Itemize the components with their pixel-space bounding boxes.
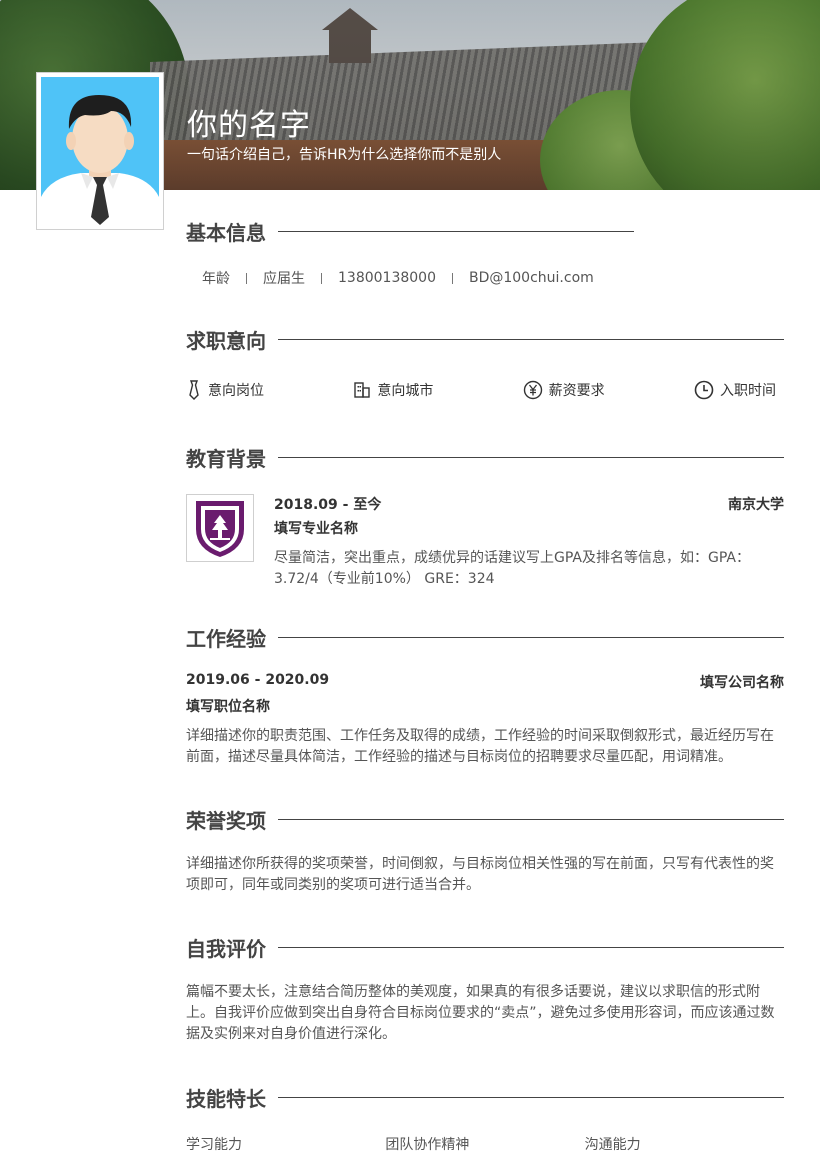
tie-icon (189, 380, 199, 400)
intent-salary[interactable]: 薪资要求 (523, 380, 605, 400)
education-date: 2018.09 - 至今 (274, 497, 382, 513)
skill-item[interactable]: 沟通能力 (585, 1134, 784, 1154)
section-divider (278, 456, 784, 458)
intent-position[interactable]: 意向岗位 (186, 380, 264, 400)
section-title: 技能特长 (186, 1086, 266, 1111)
yuan-icon (523, 380, 542, 400)
basic-info-row: 年龄 应届生 13800138000 BD@100chui.com (186, 268, 784, 288)
avatar (41, 77, 159, 225)
phone-field[interactable]: 13800138000 (338, 270, 436, 286)
age-field[interactable]: 年龄 (202, 268, 230, 288)
section-divider (278, 338, 784, 340)
avatar-icon (41, 77, 159, 225)
section-basic: 基本信息 年龄 应届生 13800138000 BD@100chui.com (186, 216, 784, 288)
skills-row: 学习能力 团队协作精神 沟通能力 (186, 1134, 784, 1154)
position-name: 填写职位名称 (186, 699, 270, 715)
school-logo (186, 494, 254, 562)
section-title: 工作经验 (186, 626, 266, 651)
section-title: 求职意向 (186, 328, 266, 353)
email-field[interactable]: BD@100chui.com (469, 270, 594, 286)
profile-photo[interactable] (36, 72, 164, 230)
section-title: 自我评价 (186, 936, 266, 961)
section-education: 教育背景 2018.09 - 至今 南京大学 填写专业名称 尽量简洁，突出重点，… (186, 442, 784, 590)
section-divider (278, 818, 784, 820)
section-honors: 荣誉奖项 详细描述你所获得的奖项荣誉，时间倒叙，与目标岗位相关性强的写在前面，只… (186, 804, 784, 896)
section-title: 基本信息 (186, 220, 266, 245)
intent-start-date[interactable]: 入职时间 (694, 380, 776, 400)
education-description: 尽量简洁，突出重点，成绩优异的话建议写上GPA及排名等信息，如：GPA：3.72… (274, 550, 750, 587)
section-title: 荣誉奖项 (186, 808, 266, 833)
major-name: 填写专业名称 (274, 521, 358, 537)
intent-city[interactable]: 意向城市 (353, 380, 433, 400)
section-self: 自我评价 篇幅不要太长，注意结合简历整体的美观度，如果真的有很多话要说，建议以求… (186, 932, 784, 1045)
section-skills: 技能特长 学习能力 团队协作精神 沟通能力 (186, 1082, 784, 1154)
resume-name: 你的名字 (187, 108, 311, 143)
work-date: 2019.06 - 2020.09 (186, 672, 330, 688)
intent-row: 意向岗位 意向城市 薪资要求 入职时间 (186, 380, 784, 400)
section-divider (278, 230, 634, 232)
status-field[interactable]: 应届生 (263, 268, 305, 288)
resume-tagline: 一句话介绍自己，告诉HR为什么选择你而不是别人 (187, 147, 502, 163)
skill-item[interactable]: 学习能力 (186, 1134, 385, 1154)
work-description: 详细描述你的职责范围、工作任务及取得的成绩，工作经验的时间采取倒叙形式，最近经历… (186, 728, 774, 765)
section-work: 工作经验 2019.06 - 2020.09 填写公司名称 填写职位名称 详细描… (186, 622, 784, 768)
clock-icon (694, 380, 714, 400)
self-evaluation[interactable]: 篇幅不要太长，注意结合简历整体的美观度，如果真的有很多话要说，建议以求职信的形式… (186, 982, 784, 1045)
section-divider (278, 946, 784, 948)
skill-item[interactable]: 团队协作精神 (385, 1134, 584, 1154)
section-title: 教育背景 (186, 446, 266, 471)
section-intent: 求职意向 意向岗位 意向城市 薪资要求 入职时间 (186, 324, 784, 400)
building-icon (354, 382, 371, 398)
section-divider (278, 1096, 784, 1098)
honors-description[interactable]: 详细描述你所获得的奖项荣誉，时间倒叙，与目标岗位相关性强的写在前面，只写有代表性… (186, 854, 784, 896)
work-entry[interactable]: 2019.06 - 2020.09 填写公司名称 填写职位名称 详细描述你的职责… (186, 672, 784, 768)
company-name: 填写公司名称 (700, 675, 784, 691)
education-entry[interactable]: 2018.09 - 至今 南京大学 填写专业名称 尽量简洁，突出重点，成绩优异的… (186, 494, 784, 590)
university-logo-icon (196, 501, 244, 557)
section-divider (278, 636, 784, 638)
school-name: 南京大学 (728, 497, 784, 513)
